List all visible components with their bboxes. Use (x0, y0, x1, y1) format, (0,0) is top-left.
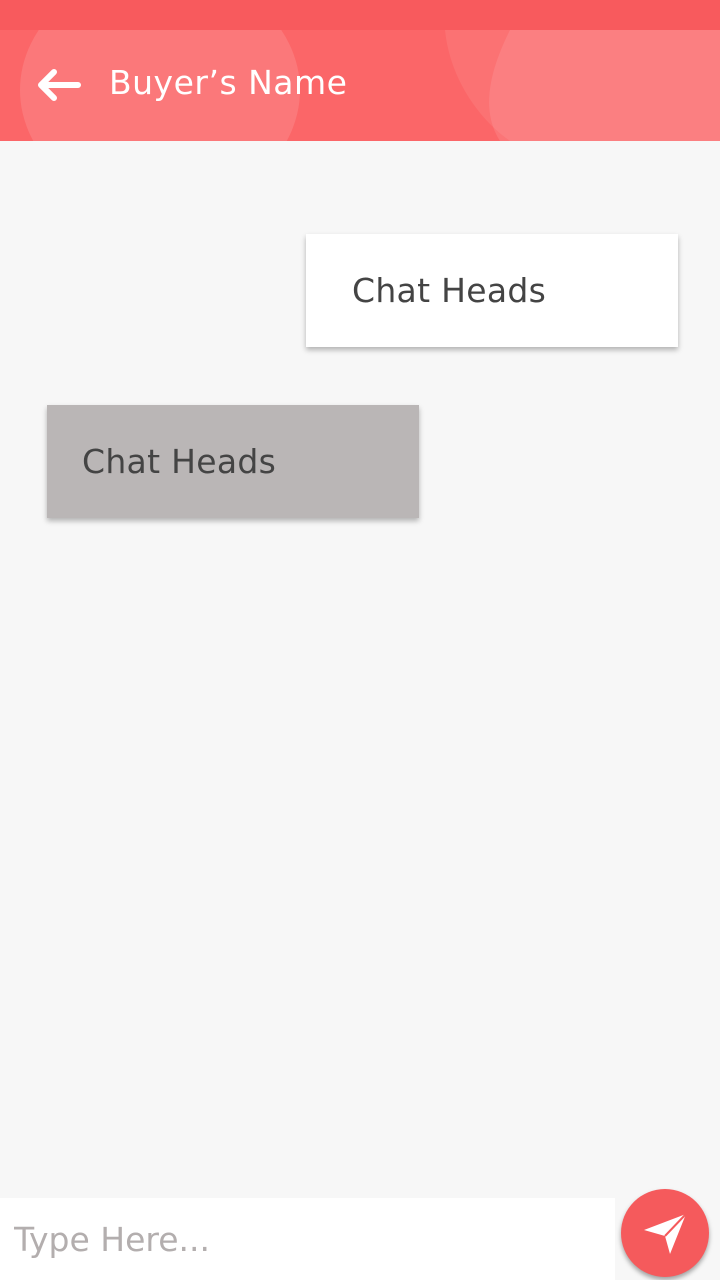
header-decoration (20, 30, 720, 141)
send-button[interactable] (621, 1189, 709, 1277)
message-composer (0, 1198, 615, 1280)
arrow-left-icon (38, 69, 81, 101)
page-title: Buyer’s Name (109, 63, 348, 102)
chat-screen: Buyer’s Name Chat Heads Chat Heads (0, 0, 720, 1280)
message-input[interactable] (0, 1198, 615, 1280)
message-bubble-sent: Chat Heads (306, 234, 678, 347)
status-bar (0, 0, 720, 30)
paper-plane-icon (644, 1213, 687, 1254)
back-button[interactable] (28, 60, 88, 110)
message-bubble-received: Chat Heads (47, 405, 419, 518)
app-bar: Buyer’s Name (0, 30, 720, 141)
message-text: Chat Heads (82, 442, 277, 481)
message-text: Chat Heads (352, 271, 547, 310)
